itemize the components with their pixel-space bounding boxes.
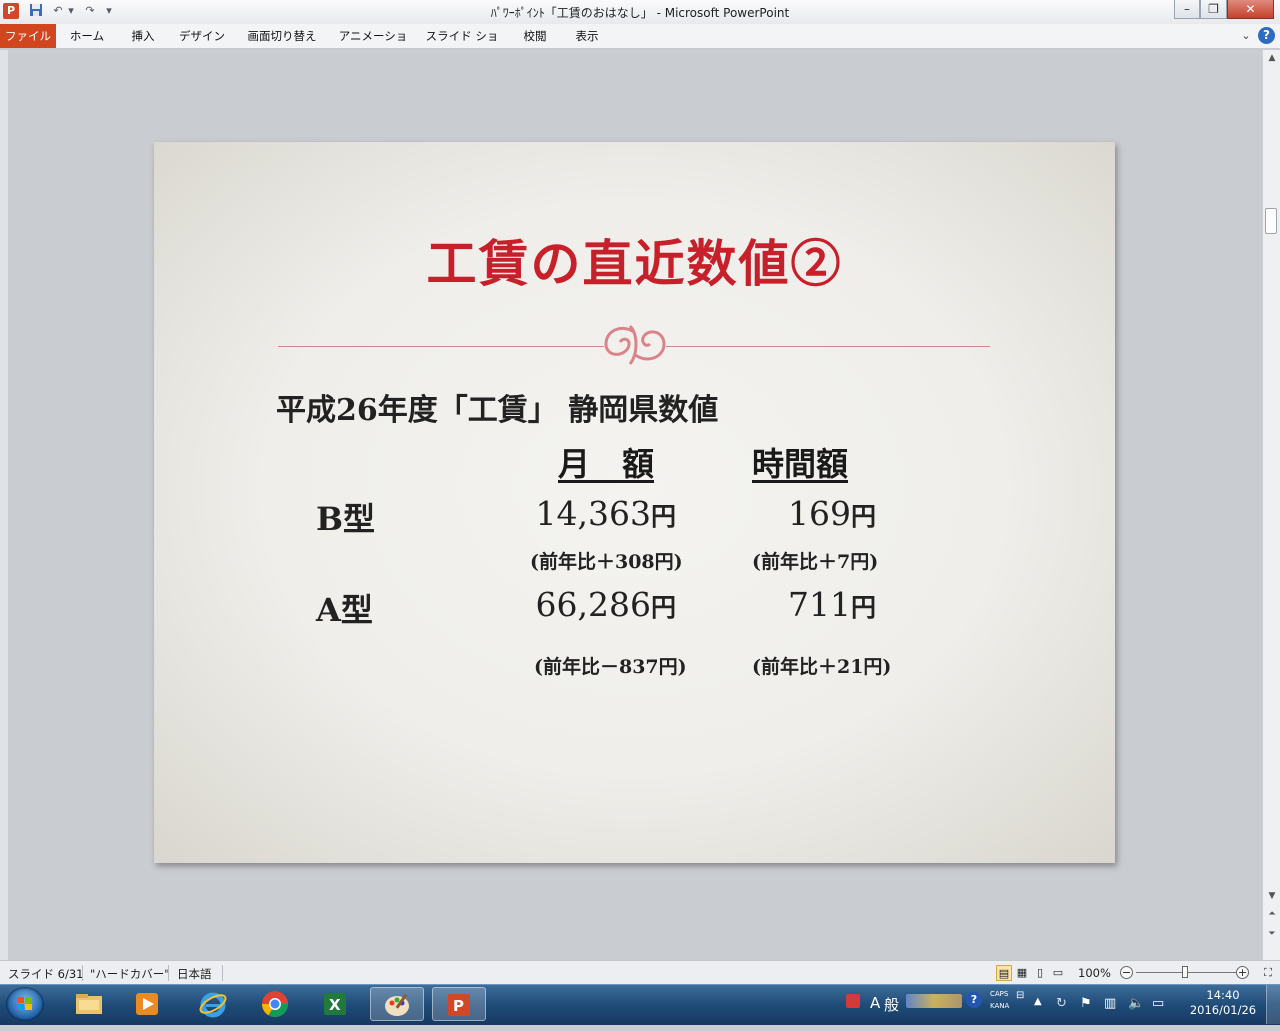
scrollbar-thumb[interactable] — [1265, 208, 1277, 234]
kana-indicator: KANA — [990, 1002, 1010, 1010]
fit-to-window-icon[interactable]: ⛶ — [1260, 965, 1276, 981]
excel-taskbar-icon[interactable]: X — [308, 987, 362, 1021]
show-hidden-icons-icon[interactable]: ▲ — [1034, 996, 1042, 1007]
zoom-level[interactable]: 100% — [1078, 966, 1111, 980]
ime-options-icon[interactable]: ⊟ — [1016, 990, 1024, 1001]
monthly-change-a[interactable]: (前年比－837円) — [534, 652, 687, 679]
tab-animations[interactable]: アニメーション — [334, 24, 412, 67]
internet-explorer-taskbar-icon[interactable] — [186, 987, 240, 1021]
help-icon[interactable]: ? — [1258, 27, 1275, 44]
display-tray-icon[interactable]: ▭ — [1152, 996, 1164, 1011]
divider-right — [666, 346, 990, 347]
monthly-amount-a: 66,286 — [535, 585, 651, 624]
powerpoint-taskbar-icon[interactable]: P — [432, 987, 486, 1021]
status-bar: スライド 6/31 "ハードカバー" 日本語 ▤ ▦ ▯ ▭ 100% − + … — [0, 960, 1280, 985]
scroll-up-icon[interactable]: ▲ — [1263, 50, 1280, 66]
row-label-a[interactable]: A型 — [316, 585, 373, 631]
tab-transitions[interactable]: 画面切り替え — [240, 24, 324, 48]
tab-view[interactable]: 表示 — [566, 24, 608, 48]
network-icon[interactable]: ▥ — [1104, 996, 1116, 1011]
previous-slide-icon[interactable]: ⏶ — [1263, 906, 1280, 922]
chrome-taskbar-icon[interactable] — [248, 987, 302, 1021]
ribbon-tab-bar: ファイル ホーム 挿入 デザイン 画面切り替え アニメーション スライド ショー… — [0, 24, 1280, 67]
ime-mode-indicator[interactable]: 般 — [884, 994, 899, 1015]
yen-unit: 円 — [850, 593, 876, 622]
ime-tools-icon[interactable] — [906, 994, 962, 1008]
windows-logo-icon — [17, 997, 32, 1010]
theme-name[interactable]: "ハードカバー" — [90, 966, 170, 982]
language-indicator[interactable]: 日本語 — [177, 966, 212, 982]
close-button[interactable]: ✕ — [1227, 0, 1274, 19]
scroll-down-icon[interactable]: ▼ — [1263, 888, 1280, 904]
show-desktop-button[interactable] — [1266, 985, 1280, 1024]
status-separator — [168, 965, 169, 981]
slide-subtitle[interactable]: 平成26年度「工賃」 静岡県数値 — [276, 385, 718, 429]
normal-view-icon[interactable]: ▤ — [996, 965, 1012, 981]
zoom-out-button[interactable]: − — [1120, 966, 1133, 979]
caps-indicator: CAPS — [990, 990, 1009, 998]
flourish-ornament-icon — [604, 324, 666, 365]
clock-date: 2016/01/26 — [1189, 1003, 1257, 1017]
zoom-slider-thumb[interactable] — [1182, 966, 1188, 978]
security-tray-icon[interactable] — [846, 994, 860, 1008]
monthly-change-b[interactable]: (前年比＋308円) — [530, 547, 683, 574]
hourly-amount-b: 169 — [787, 494, 851, 533]
clock-time: 14:40 — [1206, 988, 1240, 1002]
status-separator — [222, 965, 223, 981]
vertical-scrollbar[interactable]: ▲ ▼ ⏶ ⏷ — [1262, 50, 1280, 960]
header-hourly[interactable]: 時間額 — [752, 439, 848, 485]
yen-unit: 円 — [650, 502, 676, 531]
window-title: ﾊﾟﾜｰﾎﾟｲﾝﾄ「工賃のおはなし」 - Microsoft PowerPoin… — [490, 6, 790, 20]
monthly-value-a[interactable]: 66,286円 — [494, 585, 676, 624]
tab-home[interactable]: ホーム — [62, 24, 112, 48]
slide-title[interactable]: 工賃の直近数値② — [154, 224, 1115, 296]
minimize-button[interactable]: – — [1174, 0, 1200, 19]
reading-view-icon[interactable]: ▯ — [1032, 965, 1048, 981]
yen-unit: 円 — [850, 502, 876, 531]
volume-icon[interactable]: 🔈 — [1128, 996, 1144, 1011]
hourly-value-b[interactable]: 169円 — [714, 494, 876, 533]
slideshow-view-icon[interactable]: ▭ — [1050, 965, 1066, 981]
divider-left — [278, 346, 604, 347]
action-center-flag-icon[interactable]: ⚑ — [1080, 996, 1092, 1011]
ime-help-icon[interactable]: ? — [966, 992, 982, 1008]
monthly-value-b[interactable]: 14,363円 — [494, 494, 676, 533]
tab-design[interactable]: デザイン — [174, 24, 230, 48]
hourly-amount-a: 711 — [787, 585, 851, 624]
slide-counter[interactable]: スライド 6/31 — [8, 966, 83, 982]
tab-insert[interactable]: 挿入 — [120, 24, 166, 48]
next-slide-icon[interactable]: ⏷ — [1263, 926, 1280, 942]
update-tray-icon[interactable]: ↻ — [1056, 996, 1067, 1011]
status-separator — [82, 965, 83, 981]
restore-button[interactable]: ❐ — [1200, 0, 1227, 19]
media-player-taskbar-icon[interactable] — [120, 987, 174, 1021]
svg-text:X: X — [329, 996, 341, 1014]
hourly-change-a[interactable]: (前年比＋21円) — [752, 652, 891, 679]
slide-canvas[interactable]: 工賃の直近数値② 平成26年度「工賃」 静岡県数値 月 額 時間額 B型 14,… — [154, 142, 1115, 863]
monthly-amount-b: 14,363 — [535, 494, 651, 533]
title-bar: P ↶ ▾ ↷ ▾ ﾊﾟﾜｰﾎﾟｲﾝﾄ「工賃のおはなし」 - Microsoft… — [0, 0, 1280, 25]
yen-unit: 円 — [650, 593, 676, 622]
zoom-in-button[interactable]: + — [1236, 966, 1249, 979]
tab-slideshow[interactable]: スライド ショー — [422, 24, 502, 67]
tab-file[interactable]: ファイル — [0, 24, 56, 48]
ribbon-minimize-icon[interactable]: ⌄ — [1238, 28, 1254, 44]
header-monthly[interactable]: 月 額 — [558, 439, 654, 485]
ime-alpha-indicator[interactable]: A — [870, 994, 880, 1012]
tab-review[interactable]: 校閲 — [512, 24, 558, 48]
svg-text:P: P — [453, 997, 464, 1015]
hourly-change-b[interactable]: (前年比＋7円) — [752, 547, 878, 574]
slide-sorter-icon[interactable]: ▦ — [1014, 965, 1030, 981]
row-label-b[interactable]: B型 — [316, 494, 375, 540]
hourly-value-a[interactable]: 711円 — [714, 585, 876, 624]
system-clock[interactable]: 14:40 2016/01/26 — [1188, 988, 1258, 1018]
paint-taskbar-icon[interactable] — [370, 987, 424, 1021]
explorer-taskbar-icon[interactable] — [62, 987, 116, 1021]
